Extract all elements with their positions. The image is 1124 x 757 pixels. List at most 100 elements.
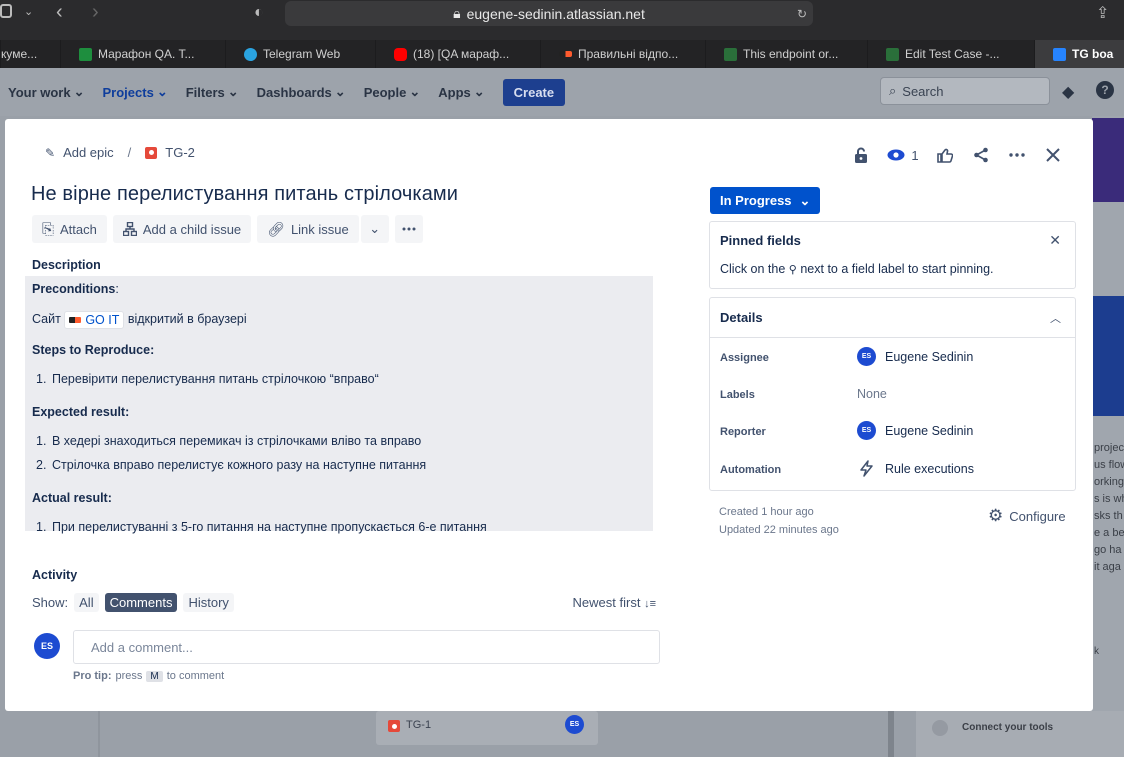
bug-icon xyxy=(145,146,158,159)
link-icon: 🔗︎ xyxy=(267,220,285,237)
app-grid-icon xyxy=(724,47,737,61)
tab-item[interactable]: Правильні відпо... xyxy=(540,40,705,68)
pro-tip: Pro tip: press M to comment xyxy=(73,670,224,682)
expected-heading: Expected result: xyxy=(32,404,130,419)
assignee-value[interactable]: ES Eugene Sedinin xyxy=(857,347,973,366)
forward-icon[interactable]: › xyxy=(92,1,99,24)
configure-label: Configure xyxy=(1009,508,1066,524)
hint-after: next to a field label to start pinning. xyxy=(800,262,994,276)
nav-filters[interactable]: Filters ⌄ xyxy=(186,84,239,100)
chevron-down-icon[interactable]: ⌄ xyxy=(24,5,33,18)
comment-input[interactable]: Add a comment... xyxy=(73,630,660,664)
updated-time: Updated 22 minutes ago xyxy=(719,524,839,536)
chevron-down-icon: ⌄ xyxy=(799,192,811,208)
tab-item[interactable]: Edit Test Case -... xyxy=(867,40,1034,68)
close-icon xyxy=(1046,148,1060,162)
nav-label: Dashboards xyxy=(256,84,332,100)
link-issue-dropdown[interactable]: ⌄ xyxy=(360,215,389,243)
help-icon[interactable]: ? xyxy=(1096,81,1114,99)
reporter-name: Eugene Sedinin xyxy=(885,423,974,438)
assignee-label: Assignee xyxy=(720,352,769,364)
nav-dashboards[interactable]: Dashboards ⌄ xyxy=(257,84,346,100)
comment-placeholder: Add a comment... xyxy=(91,639,193,655)
issue-title[interactable]: Не вірне перелистування питань стрілочка… xyxy=(31,183,458,206)
app-grid-icon xyxy=(886,47,899,61)
avatar: ES xyxy=(565,715,584,734)
attach-button[interactable]: ⎘ Attach xyxy=(32,215,107,243)
close-button[interactable] xyxy=(1035,141,1071,169)
lock-button[interactable] xyxy=(843,141,879,169)
add-epic-link[interactable]: Add epic xyxy=(63,145,114,160)
share-icon[interactable]: ⇪ xyxy=(1096,3,1109,23)
sheets-icon xyxy=(79,47,92,61)
description-body[interactable]: Preconditions: Сайт GO IT відкритий в бр… xyxy=(25,276,653,534)
share-button[interactable] xyxy=(963,141,999,169)
close-icon[interactable]: ✕ xyxy=(1049,232,1061,249)
reporter-value[interactable]: ES Eugene Sedinin xyxy=(857,421,973,440)
activity-heading: Activity xyxy=(32,568,78,582)
background-line: projec xyxy=(1094,442,1124,454)
nav-apps[interactable]: Apps ⌄ xyxy=(438,84,484,100)
background-line: s is wh xyxy=(1094,493,1124,505)
chevron-down-icon: ⌄ xyxy=(409,84,421,99)
back-icon[interactable]: ‹ xyxy=(56,1,63,24)
tab-item[interactable]: Telegram Web xyxy=(225,40,375,68)
expected-text: В хедері знаходиться перемикач із стріло… xyxy=(52,433,422,448)
nav-people[interactable]: People ⌄ xyxy=(364,84,421,100)
tab-item[interactable]: (18) [QA мараф... xyxy=(375,40,540,68)
issue-actions: 1 xyxy=(843,141,1071,169)
filter-all[interactable]: All xyxy=(74,592,99,612)
status-dropdown[interactable]: In Progress ⌄ xyxy=(710,187,820,214)
tab-label: Edit Test Case -... xyxy=(905,47,1000,61)
protip-press: press xyxy=(115,670,143,682)
lock-icon xyxy=(855,147,867,163)
site-link-card[interactable]: GO IT xyxy=(64,310,125,329)
tab-item-active[interactable]: TG boa xyxy=(1034,40,1124,68)
link-issue-button[interactable]: 🔗︎ Link issue xyxy=(257,215,359,243)
address-bar[interactable]: 🔒︎ eugene-sedinin.atlassian.net ↻ xyxy=(285,1,813,26)
pin-icon: ⚲ xyxy=(788,264,797,276)
more-icon xyxy=(402,227,416,231)
reload-icon[interactable]: ↻ xyxy=(797,7,807,21)
filter-comments[interactable]: Comments xyxy=(104,592,178,612)
preconditions-colon: : xyxy=(115,282,119,296)
create-button[interactable]: Create xyxy=(502,78,566,106)
nav-label: Your work xyxy=(8,84,71,100)
watch-button[interactable]: 1 xyxy=(879,141,927,169)
issue-key-link[interactable]: TG-2 xyxy=(165,145,195,160)
labels-value[interactable]: None xyxy=(857,387,887,401)
nav-your-work[interactable]: Your work ⌄ xyxy=(8,84,85,100)
tab-item[interactable]: This endpoint or... xyxy=(705,40,867,68)
notifications-icon[interactable]: ◆ xyxy=(1062,82,1074,102)
details-header[interactable]: Details ︿ xyxy=(710,298,1075,338)
step-text: Перевірити перелистування питань стрілоч… xyxy=(52,371,379,386)
lock-icon: 🔒︎ xyxy=(453,5,461,21)
automation-text: Rule executions xyxy=(885,461,974,476)
labels-label: Labels xyxy=(720,389,755,401)
tab-item[interactable]: Марафон QA. T... xyxy=(60,40,225,68)
gear-icon: ⚙ xyxy=(988,506,1004,525)
eye-icon xyxy=(887,149,905,161)
add-child-issue-button[interactable]: Add a child issue xyxy=(112,215,252,243)
scrollbar xyxy=(888,711,894,757)
avatar: ES xyxy=(857,421,876,440)
chevron-down-icon: ⌄ xyxy=(334,84,346,99)
configure-button[interactable]: ⚙ Configure xyxy=(988,506,1066,526)
details-title: Details xyxy=(720,310,763,325)
shield-icon[interactable]: ◐ xyxy=(254,4,264,22)
goit-logo-icon xyxy=(69,316,82,323)
sidebar-icon[interactable] xyxy=(0,4,12,18)
nav-projects[interactable]: Projects ⌄ xyxy=(103,84,168,100)
more-actions-button[interactable] xyxy=(999,141,1035,169)
chevron-down-icon: ⌄ xyxy=(156,84,168,99)
sort-button[interactable]: Newest first ↓≡ xyxy=(573,595,656,610)
automation-value[interactable]: Rule executions xyxy=(857,460,974,477)
automation-label: Automation xyxy=(720,464,782,476)
filter-history[interactable]: History xyxy=(183,592,234,612)
toolbar-more-button[interactable] xyxy=(394,215,423,243)
jira-top-nav: Your work ⌄ Projects ⌄ Filters ⌄ Dashboards… xyxy=(0,68,1124,116)
vote-button[interactable] xyxy=(927,141,963,169)
nav-label: People xyxy=(363,84,407,100)
tab-item[interactable]: кyме... xyxy=(0,40,60,68)
search-input[interactable]: ⌕ Search xyxy=(880,77,1050,105)
